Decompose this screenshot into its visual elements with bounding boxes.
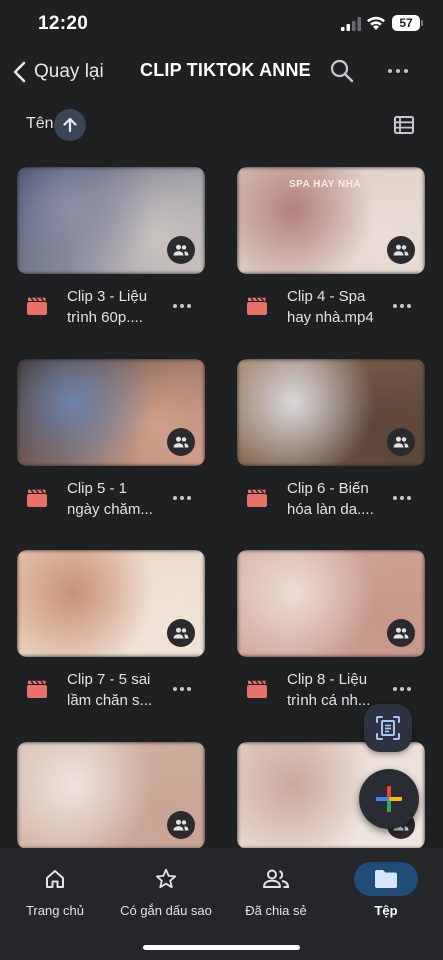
video-file-icon xyxy=(247,680,267,698)
video-thumbnail[interactable] xyxy=(17,359,205,466)
wifi-icon xyxy=(367,16,385,30)
file-info-row: Clip 3 - Liệu trình 60p.... xyxy=(17,282,205,332)
home-icon xyxy=(46,870,64,888)
file-name-line1: Clip 8 - Liệu xyxy=(287,671,368,688)
nav-item-starred[interactable]: Có gắn dấu sao xyxy=(118,862,214,922)
dot xyxy=(396,69,400,73)
file-info-row: Clip 6 - Biến hóa làn da.... xyxy=(237,474,425,524)
file-name[interactable]: Clip 3 - Liệu trình 60p.... xyxy=(67,286,167,328)
scan-document-button[interactable] xyxy=(364,704,412,752)
video-file-icon xyxy=(27,680,47,698)
shared-people-icon xyxy=(393,627,409,639)
file-more-options-button[interactable] xyxy=(391,488,413,508)
chevron-left-icon xyxy=(13,61,26,83)
file-name-line1: Clip 4 - Spa xyxy=(287,288,366,305)
video-file-icon xyxy=(247,489,267,507)
bottom-navigation: Trang chủ Có gắn dấu sao Đã chia sẻ Tệp xyxy=(0,848,443,960)
file-info-row: Clip 5 - 1 ngày chăm... xyxy=(17,474,205,524)
more-options-button[interactable] xyxy=(384,60,412,82)
file-name-line2: ngày chăm... xyxy=(67,501,153,518)
video-file-icon xyxy=(247,297,267,315)
sort-bar: Tên xyxy=(0,107,443,143)
file-name-line2: trình 60p.... xyxy=(67,309,143,326)
file-name-line1: Clip 7 - 5 sai xyxy=(67,671,151,688)
folder-icon xyxy=(375,870,397,888)
document-scan-icon xyxy=(376,716,400,740)
file-info-row: Clip 4 - Spa hay nhà.mp4 xyxy=(237,282,425,332)
file-name[interactable]: Clip 4 - Spa hay nhà.mp4 xyxy=(287,286,387,328)
back-label: Quay lại xyxy=(34,61,104,82)
shared-people-icon xyxy=(173,436,189,448)
thumbnail-caption: SPA HAY NHÀ xyxy=(289,179,362,190)
arrow-up-icon xyxy=(63,117,77,133)
file-more-options-button[interactable] xyxy=(391,296,413,316)
video-file-icon xyxy=(27,297,47,315)
shared-badge xyxy=(387,619,415,647)
back-button[interactable]: Quay lại xyxy=(12,57,104,87)
file-more-options-button[interactable] xyxy=(391,679,413,699)
video-thumbnail[interactable] xyxy=(17,550,205,657)
file-more-options-button[interactable] xyxy=(171,296,193,316)
file-name-line1: Clip 3 - Liệu xyxy=(67,288,148,305)
video-thumbnail[interactable] xyxy=(237,550,425,657)
video-thumbnail[interactable] xyxy=(17,167,205,274)
nav-item-files[interactable]: Tệp xyxy=(353,862,419,922)
file-more-options-button[interactable] xyxy=(171,679,193,699)
video-file-icon xyxy=(27,489,47,507)
file-name[interactable]: Clip 6 - Biến hóa làn da.... xyxy=(287,478,387,520)
shared-people-icon xyxy=(173,819,189,831)
shared-badge xyxy=(387,236,415,264)
dot xyxy=(404,69,408,73)
drive-folder-screen: 12:20 57 Quay lại CLIP TIKTOK ANNE Tên C… xyxy=(0,0,443,960)
list-view-icon[interactable] xyxy=(392,113,416,137)
file-more-options-button[interactable] xyxy=(171,488,193,508)
home-indicator xyxy=(143,945,300,950)
sort-by-name-label[interactable]: Tên xyxy=(26,115,54,133)
shared-people-icon xyxy=(393,244,409,256)
shared-badge xyxy=(167,236,195,264)
file-name-line2: hóa làn da.... xyxy=(287,501,374,518)
video-thumbnail[interactable]: SPA HAY NHÀ xyxy=(237,167,425,274)
star-icon xyxy=(155,868,177,889)
shared-people-icon xyxy=(393,436,409,448)
cellular-signal-icon xyxy=(341,17,361,31)
file-name-line1: Clip 6 - Biến xyxy=(287,480,369,497)
dot xyxy=(388,69,392,73)
shared-badge xyxy=(387,428,415,456)
nav-item-shared[interactable]: Đã chia sẻ xyxy=(240,862,312,922)
nav-label-files: Tệp xyxy=(374,903,398,918)
file-name-line2: lầm chăn s... xyxy=(67,692,153,709)
nav-label-starred: Có gắn dấu sao xyxy=(120,903,212,918)
people-icon xyxy=(263,869,290,888)
battery-indicator: 57 xyxy=(392,15,423,31)
file-name-line2: hay nhà.mp4 xyxy=(287,309,374,326)
nav-label-home: Trang chủ xyxy=(25,903,85,918)
shared-people-icon xyxy=(173,627,189,639)
shared-badge xyxy=(167,619,195,647)
video-thumbnail[interactable] xyxy=(237,359,425,466)
plus-icon xyxy=(376,786,402,812)
shared-badge xyxy=(167,811,195,839)
video-thumbnail[interactable] xyxy=(17,742,205,849)
page-title: CLIP TIKTOK ANNE xyxy=(140,60,311,80)
status-bar: 12:20 57 xyxy=(0,0,443,48)
status-time: 12:20 xyxy=(38,13,89,34)
nav-item-home[interactable]: Trang chủ xyxy=(22,862,88,922)
sort-direction-button[interactable] xyxy=(54,109,86,141)
nav-label-shared: Đã chia sẻ xyxy=(245,903,307,918)
search-icon[interactable] xyxy=(329,58,355,84)
new-item-button[interactable] xyxy=(359,769,419,829)
shared-badge xyxy=(167,428,195,456)
file-name-line1: Clip 5 - 1 xyxy=(67,480,128,497)
file-name[interactable]: Clip 5 - 1 ngày chăm... xyxy=(67,478,167,520)
file-name[interactable]: Clip 7 - 5 sai lầm chăn s... xyxy=(67,669,167,711)
top-app-bar: Quay lại CLIP TIKTOK ANNE xyxy=(0,48,443,96)
shared-people-icon xyxy=(173,244,189,256)
file-info-row: Clip 7 - 5 sai lầm chăn s... xyxy=(17,665,205,715)
